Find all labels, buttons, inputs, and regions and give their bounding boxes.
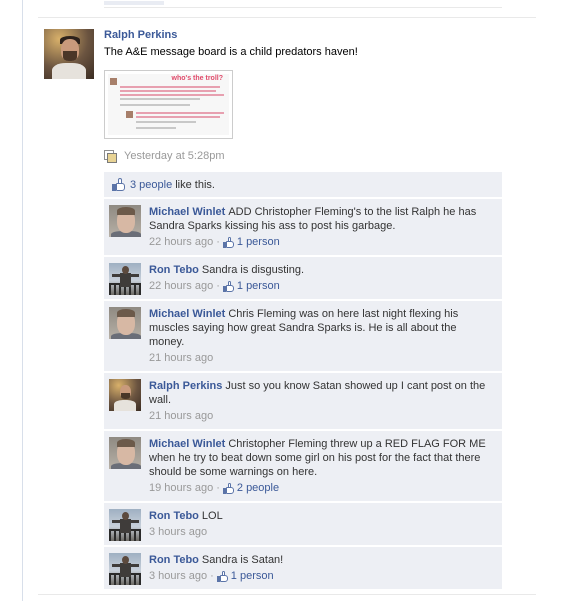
comment-like-count[interactable]: 1 person (231, 569, 274, 583)
separator-dot: · (210, 570, 214, 582)
likes-suffix: like this. (175, 178, 215, 191)
comment-time[interactable]: 3 hours ago (149, 569, 207, 583)
comment-time[interactable]: 21 hours ago (149, 351, 213, 365)
commenter-avatar[interactable] (109, 437, 141, 469)
commenter-avatar[interactable] (109, 263, 141, 295)
post-timestamp[interactable]: Yesterday at 5:28pm (124, 150, 225, 162)
comment-like-count[interactable]: 1 person (237, 279, 280, 293)
comment-like-count[interactable]: 2 people (237, 481, 279, 495)
commenter-name[interactable]: Ralph Perkins (149, 380, 222, 392)
post-divider (38, 17, 536, 18)
commenter-avatar[interactable] (109, 509, 141, 541)
separator-dot: · (216, 236, 220, 248)
comment: Michael Winlet Christopher Fleming threw … (104, 431, 502, 501)
note-icon (104, 149, 118, 163)
thumbs-up-icon (216, 570, 228, 582)
comment-time[interactable]: 22 hours ago (149, 279, 213, 293)
comment-text: LOL (201, 510, 223, 522)
commenter-avatar[interactable] (109, 307, 141, 339)
post-attachment-thumbnail[interactable]: who's the troll? (104, 70, 233, 139)
post-meta: Yesterday at 5:28pm (104, 149, 225, 163)
comment-time[interactable]: 19 hours ago (149, 481, 213, 495)
commenter-name[interactable]: Ron Tebo (149, 510, 199, 522)
commenter-name[interactable]: Ron Tebo (149, 554, 199, 566)
comment-text: Sandra is Satan! (201, 554, 284, 566)
previous-post-edge (104, 0, 502, 8)
comment-time[interactable]: 3 hours ago (149, 525, 207, 539)
commenter-avatar[interactable] (109, 553, 141, 585)
comment: Ron Tebo Sandra is disgusting. 22 hours a… (104, 257, 502, 299)
commenter-avatar[interactable] (109, 379, 141, 411)
comment-text: Sandra is disgusting. (201, 264, 305, 276)
comment-like-count[interactable]: 1 person (237, 235, 280, 249)
comment: Ron Tebo LOL 3 hours ago (104, 503, 502, 545)
thumbs-up-icon (222, 236, 234, 248)
post-author-name[interactable]: Ralph Perkins (104, 29, 177, 41)
commenter-avatar[interactable] (109, 205, 141, 237)
post-text: The A&E message board is a child predato… (104, 46, 358, 58)
likes-bar: 3 people like this. (104, 172, 502, 197)
post-author-avatar[interactable] (44, 29, 94, 79)
comments-list: Michael Winlet ADD Christopher Fleming's … (104, 199, 502, 591)
attachment-screenshot: who's the troll? (108, 74, 229, 135)
left-border-line (22, 0, 23, 601)
commenter-name[interactable]: Michael Winlet (149, 308, 225, 320)
previous-post-stub (104, 1, 164, 5)
bottom-divider (38, 594, 536, 595)
separator-dot: · (216, 482, 220, 494)
commenter-name[interactable]: Ron Tebo (149, 264, 199, 276)
likes-count-link[interactable]: 3 people (130, 179, 172, 191)
separator-dot: · (216, 280, 220, 292)
thumbs-up-icon (112, 178, 126, 191)
thumbs-up-icon (222, 482, 234, 494)
comment: Ron Tebo Sandra is Satan! 3 hours ago · 1… (104, 547, 502, 589)
attachment-title: who's the troll? (171, 75, 223, 82)
comment-time[interactable]: 22 hours ago (149, 235, 213, 249)
comment: Ralph Perkins Just so you know Satan show… (104, 373, 502, 429)
comment: Michael Winlet ADD Christopher Fleming's … (104, 199, 502, 255)
thumbs-up-icon (222, 280, 234, 292)
comment-time[interactable]: 21 hours ago (149, 409, 213, 423)
commenter-name[interactable]: Michael Winlet (149, 438, 225, 450)
comment: Michael Winlet Chris Fleming was on here … (104, 301, 502, 371)
commenter-name[interactable]: Michael Winlet (149, 206, 225, 218)
